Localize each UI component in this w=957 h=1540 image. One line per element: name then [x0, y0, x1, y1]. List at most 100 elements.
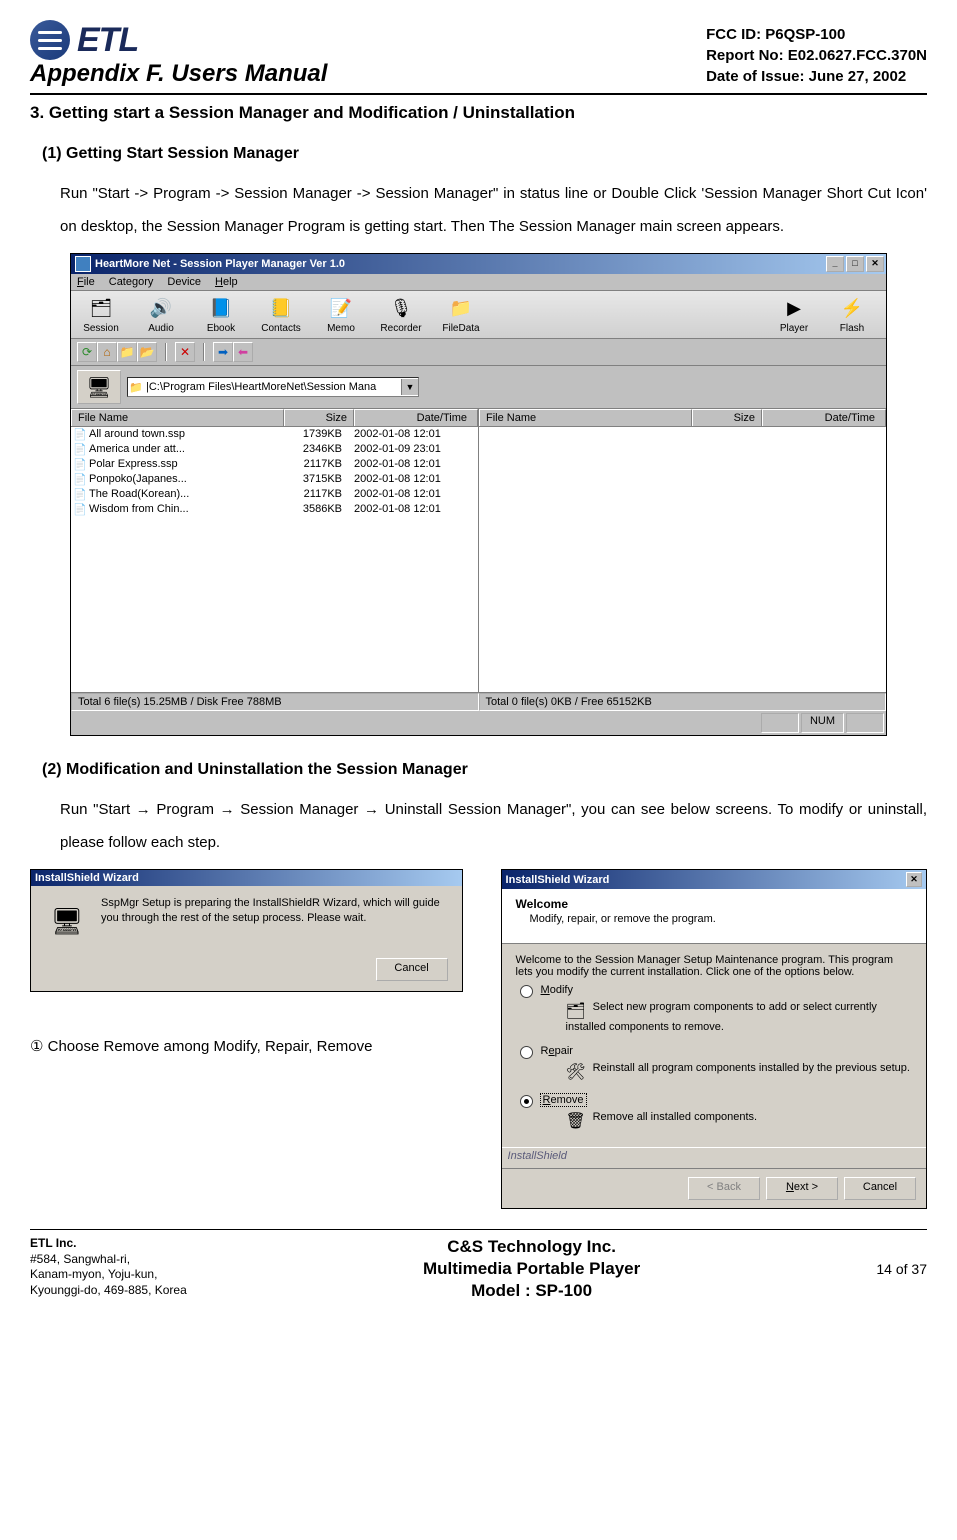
tab-label: Memo	[327, 323, 355, 334]
step-instruction: ① Choose Remove among Modify, Repair, Re…	[30, 1037, 461, 1055]
tab-flash[interactable]: ⚡Flash	[828, 295, 876, 334]
minimize-button[interactable]: _	[826, 256, 844, 272]
menu-file[interactable]: File	[77, 276, 95, 288]
cancel-button[interactable]: Cancel	[844, 1177, 916, 1200]
memo-icon: 📝	[327, 295, 355, 321]
file-panel-left: File Name Size Date/Time 📄All around tow…	[71, 409, 479, 692]
folder-icon[interactable]: 📁	[117, 342, 137, 362]
table-row[interactable]: 📄The Road(Korean)...2117KB2002-01-08 12:…	[71, 487, 478, 502]
maximize-button[interactable]: □	[846, 256, 864, 272]
file-list-right[interactable]	[479, 427, 886, 692]
file-size: 3715KB	[272, 473, 348, 486]
folder-small-icon: 📁	[128, 379, 144, 395]
tab-label: FileData	[442, 323, 479, 334]
path-combobox[interactable]: 📁 |C:\Program Files\HeartMoreNet\Session…	[127, 377, 419, 397]
file-size: 2117KB	[272, 458, 348, 471]
file-icon: 📄	[71, 503, 89, 516]
menu-device[interactable]: Device	[167, 276, 201, 288]
table-row[interactable]: 📄Polar Express.ssp2117KB2002-01-08 12:01	[71, 457, 478, 472]
tab-label: Player	[780, 323, 808, 334]
file-icon: 📄	[71, 428, 89, 441]
cancel-button[interactable]: Cancel	[376, 958, 448, 981]
tab-filedata[interactable]: 📁FileData	[437, 295, 485, 334]
wizard-titlebar: InstallShield Wizard	[31, 870, 462, 886]
file-icon: 📄	[71, 473, 89, 486]
radio-remove[interactable]: Remove	[520, 1094, 912, 1108]
tab-session[interactable]: 🗂Session	[77, 295, 125, 334]
subsection-2-text: Run "Start → Program → Session Manager →…	[60, 793, 927, 859]
repair-glyph-icon: 🛠	[566, 1062, 590, 1082]
table-row[interactable]: 📄Ponpoko(Japanes...3715KB2002-01-08 12:0…	[71, 472, 478, 487]
radio-icon	[520, 985, 533, 998]
toolbar-separator	[203, 343, 205, 361]
chevron-down-icon[interactable]: ▼	[401, 379, 418, 395]
tab-recorder[interactable]: 🎙Recorder	[377, 295, 425, 334]
file-list-left[interactable]: 📄All around town.ssp1739KB2002-01-08 12:…	[71, 427, 478, 692]
folder-open-icon[interactable]: 📂	[137, 342, 157, 362]
brand-label: InstallShield	[502, 1147, 926, 1168]
close-button[interactable]: ✕	[866, 256, 884, 272]
session-icon: 🗂	[87, 295, 115, 321]
table-row[interactable]: 📄America under att...2346KB2002-01-09 23…	[71, 442, 478, 457]
wizard-buttons: < Back Next > Cancel	[502, 1168, 926, 1208]
drive-c-icon[interactable]: 🖥	[77, 370, 121, 404]
main-toolbar: 🗂Session 🔊Audio 📘Ebook 📒Contacts 📝 Memo 🎙Recor…	[71, 291, 886, 339]
remove-desc: 🗑 Remove all installed components.	[566, 1111, 912, 1131]
tab-player[interactable]: ▶Player	[770, 295, 818, 334]
footer-center: C&S Technology Inc. Multimedia Portable …	[423, 1236, 640, 1302]
radio-modify[interactable]: Modify	[520, 984, 912, 998]
table-row[interactable]: 📄Wisdom from Chin...3586KB2002-01-08 12:…	[71, 502, 478, 517]
header-rule	[30, 93, 927, 95]
tab-contacts[interactable]: 📒Contacts	[257, 295, 305, 334]
wizard2-titlebar: InstallShield Wizard ✕	[502, 870, 926, 889]
status-right: Total 0 file(s) 0KB / Free 65152KB	[479, 693, 887, 711]
col-filename[interactable]: File Name	[479, 409, 692, 426]
col-size[interactable]: Size	[692, 409, 762, 426]
wizard2-title-text: InstallShield Wizard	[506, 874, 610, 886]
file-size: 1739KB	[272, 428, 348, 441]
page-footer: ETL Inc. #584, Sangwhal-ri, Kanam-myon, …	[30, 1229, 927, 1302]
tab-memo[interactable]: 📝 Memo	[317, 295, 365, 334]
file-name: Polar Express.ssp	[89, 458, 272, 471]
col-filename[interactable]: File Name	[71, 409, 284, 426]
wizard-preparing-dialog: InstallShield Wizard 🖥 SspMgr Setup is p…	[30, 869, 463, 992]
etl-logo-icon	[30, 20, 70, 60]
file-panel-right: File Name Size Date/Time	[479, 409, 886, 692]
wizard-prepare-msg: SspMgr Setup is preparing the InstallShi…	[101, 896, 448, 927]
logo-block: ETL	[30, 20, 327, 60]
col-datetime[interactable]: Date/Time	[762, 409, 886, 426]
file-name: America under att...	[89, 443, 272, 456]
close-button[interactable]: ✕	[906, 872, 922, 887]
report-no: Report No: E02.0627.FCC.370N	[706, 45, 927, 66]
session-manager-window: HeartMore Net - Session Player Manager V…	[70, 253, 887, 736]
file-date: 2002-01-08 12:01	[348, 488, 478, 501]
arrow-right-icon[interactable]: ➡	[213, 342, 233, 362]
col-datetime[interactable]: Date/Time	[354, 409, 478, 426]
subsection-1-text: Run "Start -> Program -> Session Manager…	[60, 177, 927, 243]
tab-audio[interactable]: 🔊Audio	[137, 295, 185, 334]
menu-category[interactable]: Category	[109, 276, 154, 288]
file-panels: File Name Size Date/Time 📄All around tow…	[71, 409, 886, 693]
radio-repair[interactable]: Repair	[520, 1045, 912, 1059]
file-name: All around town.ssp	[89, 428, 272, 441]
wizard-title-text: InstallShield Wizard	[35, 872, 139, 884]
next-button[interactable]: Next >	[766, 1177, 838, 1200]
table-row[interactable]: 📄All around town.ssp1739KB2002-01-08 12:…	[71, 427, 478, 442]
subsection-2-title: (2) Modification and Uninstallation the …	[42, 761, 927, 779]
file-headers-left: File Name Size Date/Time	[71, 409, 478, 427]
footer-center2: Multimedia Portable Player	[423, 1258, 640, 1280]
footer-center3: Model : SP-100	[423, 1280, 640, 1302]
tab-label: Contacts	[261, 323, 300, 334]
col-size[interactable]: Size	[284, 409, 354, 426]
home-icon[interactable]: ⌂	[97, 342, 117, 362]
footer-center1: C&S Technology Inc.	[423, 1236, 640, 1258]
file-date: 2002-01-08 12:01	[348, 458, 478, 471]
menu-help[interactable]: Help	[215, 276, 238, 288]
tab-ebook[interactable]: 📘Ebook	[197, 295, 245, 334]
arrow-left-icon[interactable]: ⬅	[233, 342, 253, 362]
delete-icon[interactable]: ✕	[175, 342, 195, 362]
footer-addr2: Kanam-myon, Yoju-kun,	[30, 1267, 187, 1283]
refresh-icon[interactable]: ⟳	[77, 342, 97, 362]
page-number: 14 of 37	[876, 1261, 927, 1277]
statusbar: NUM	[71, 711, 886, 735]
